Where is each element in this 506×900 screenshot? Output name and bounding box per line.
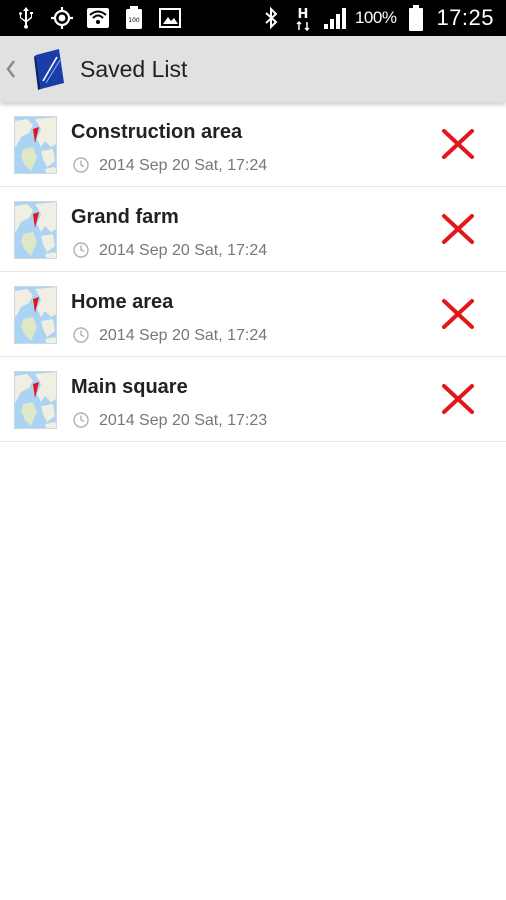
- network-h-icon: H: [291, 6, 315, 31]
- item-title: Construction area: [71, 121, 243, 143]
- gps-icon: [50, 6, 74, 30]
- list-item[interactable]: Main square 2014 Sep 20 Sat, 17:23: [0, 357, 506, 442]
- bluetooth-icon: [259, 6, 283, 30]
- signal-icon: [323, 6, 347, 30]
- item-date: 2014 Sep 20 Sat, 17:24: [99, 157, 268, 174]
- svg-text:H: H: [298, 7, 309, 22]
- delete-icon[interactable]: [440, 296, 476, 332]
- gallery-icon: [158, 6, 182, 30]
- item-date: 2014 Sep 20 Sat, 17:23: [99, 412, 268, 429]
- battery-percent: 100%: [354, 8, 397, 27]
- clock-icon: [72, 326, 90, 344]
- map-thumbnail: [14, 116, 57, 174]
- svg-text:100: 100: [128, 17, 140, 24]
- action-bar: Saved List: [0, 36, 506, 102]
- map-thumbnail: [14, 286, 57, 344]
- clock-icon: [72, 241, 90, 259]
- chevron-left-icon[interactable]: [5, 58, 17, 80]
- page-title: Saved List: [80, 56, 188, 82]
- delete-icon[interactable]: [440, 126, 476, 162]
- map-thumbnail: [14, 371, 57, 429]
- item-date: 2014 Sep 20 Sat, 17:24: [99, 327, 268, 344]
- delete-icon[interactable]: [440, 211, 476, 247]
- item-title: Main square: [71, 376, 188, 398]
- wifi-icon: [86, 6, 110, 30]
- delete-icon[interactable]: [440, 381, 476, 417]
- status-bar: 100 H 100% 17:25: [0, 0, 506, 36]
- status-bar-right: H 100% 17:25: [259, 4, 494, 32]
- battery-icon: [404, 5, 428, 31]
- item-title: Home area: [71, 291, 174, 313]
- saved-list: Construction area 2014 Sep 20 Sat, 17:24…: [0, 102, 506, 442]
- list-item[interactable]: Grand farm 2014 Sep 20 Sat, 17:24: [0, 187, 506, 272]
- item-date: 2014 Sep 20 Sat, 17:24: [99, 242, 268, 259]
- list-item[interactable]: Home area 2014 Sep 20 Sat, 17:24: [0, 272, 506, 357]
- app-logo-icon[interactable]: [33, 47, 67, 91]
- clock-icon: [72, 156, 90, 174]
- map-thumbnail: [14, 201, 57, 259]
- clock-icon: [72, 411, 90, 429]
- battery-saver-icon: 100: [122, 6, 146, 30]
- list-item[interactable]: Construction area 2014 Sep 20 Sat, 17:24: [0, 102, 506, 187]
- usb-icon: [14, 6, 38, 30]
- item-title: Grand farm: [71, 206, 179, 228]
- clock-time: 17:25: [436, 5, 494, 30]
- status-bar-left: 100: [14, 6, 182, 30]
